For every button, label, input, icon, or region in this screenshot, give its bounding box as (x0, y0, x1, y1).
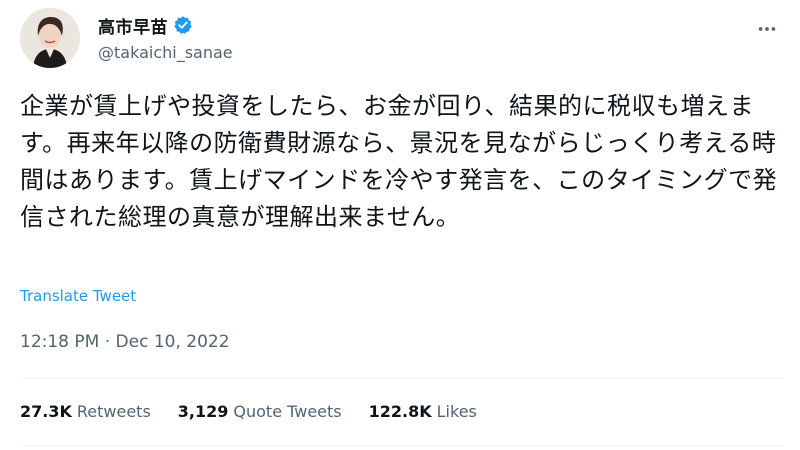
author-display-name[interactable]: 高市早苗 (98, 13, 168, 38)
tweet-timestamp[interactable]: 12:18 PM · Dec 10, 2022 (20, 332, 230, 352)
retweets-label: Retweets (76, 402, 151, 421)
retweets-count: 27.3K (20, 402, 72, 421)
retweets-stat[interactable]: 27.3K Retweets (20, 402, 151, 421)
avatar[interactable] (20, 8, 80, 68)
engagement-stats: 27.3K Retweets 3,129 Quote Tweets 122.8K… (20, 402, 504, 421)
avatar-image (20, 8, 80, 68)
verified-badge-icon (173, 15, 193, 35)
more-options-button[interactable] (750, 12, 784, 46)
tweet-text: 企業が賃上げや投資をしたら、お金が回り、結果的に税収も増えます。再来年以降の防衛… (20, 92, 778, 231)
quote-tweets-label: Quote Tweets (233, 402, 342, 421)
likes-label: Likes (436, 402, 477, 421)
author-name-row[interactable]: 高市早苗 (98, 13, 193, 38)
likes-stat[interactable]: 122.8K Likes (369, 402, 477, 421)
quote-tweets-count: 3,129 (177, 402, 229, 421)
likes-count: 122.8K (368, 402, 432, 421)
divider (20, 445, 784, 446)
author-handle[interactable]: @takaichi_sanae (98, 43, 233, 62)
quote-tweets-stat[interactable]: 3,129 Quote Tweets (178, 402, 342, 421)
divider (20, 378, 784, 379)
translate-tweet-link[interactable]: Translate Tweet (20, 287, 136, 305)
more-horizontal-icon (758, 27, 776, 31)
